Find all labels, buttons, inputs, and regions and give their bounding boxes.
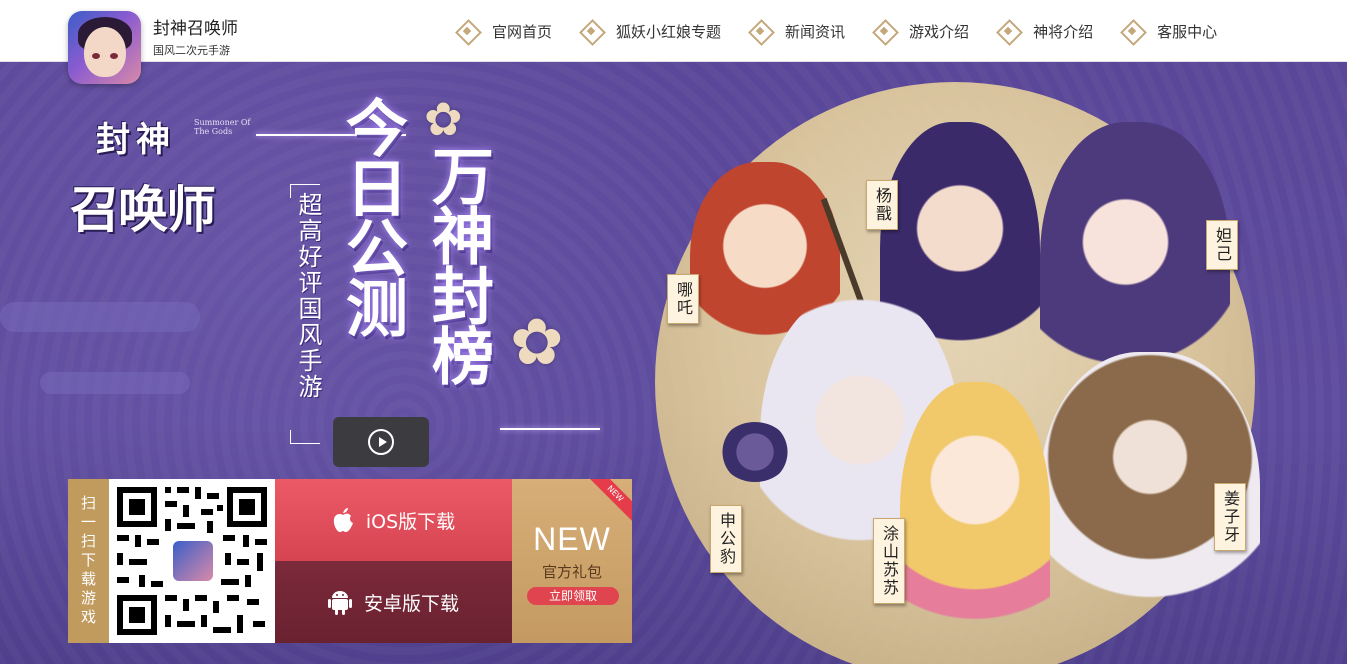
logo-english: Summoner Of The Gods — [194, 118, 251, 136]
android-icon — [327, 591, 352, 615]
logo-face — [84, 27, 126, 77]
diamond-icon — [580, 20, 602, 42]
hero-banner: 封神 召唤师 Summoner Of The Gods ✿ ✿ 超高好评国风手游… — [0, 62, 1347, 664]
tagline-bracket — [290, 430, 320, 444]
nav-label: 狐妖小红娘专题 — [616, 22, 722, 41]
apple-logo-icon — [333, 508, 353, 532]
character-name-tag: 妲己 — [1206, 220, 1238, 270]
app-logo-icon[interactable] — [68, 11, 141, 84]
logo-text-line1: 封神 — [96, 120, 176, 160]
nav-item-heroes[interactable]: 神将介绍 — [997, 20, 1093, 42]
android-download-label: 安卓版下载 — [363, 592, 459, 615]
ios-download-button[interactable]: iOS版下载 — [275, 479, 512, 561]
android-download-button[interactable]: 安卓版下载 — [275, 561, 512, 643]
tagline: 超高好评国风手游 — [294, 192, 322, 400]
diamond-icon — [873, 20, 895, 42]
diamond-icon — [1121, 20, 1143, 42]
nav-label: 神将介绍 — [1033, 22, 1094, 41]
nav-label: 客服中心 — [1157, 22, 1218, 41]
cloud-decoration — [0, 302, 200, 332]
download-panel: 扫一扫下载游戏 iOS版下载 安卓版下载 NEW NEW 官方礼包 立即领取 — [68, 479, 632, 643]
nav-item-news[interactable]: 新闻资讯 — [749, 20, 845, 42]
nav-item-special[interactable]: 狐妖小红娘专题 — [580, 20, 721, 42]
gift-new-title: NEW — [533, 521, 611, 557]
play-video-button[interactable] — [333, 417, 429, 467]
scan-download-label: 扫一扫下载游戏 — [68, 479, 109, 643]
nav-label: 新闻资讯 — [785, 22, 846, 41]
play-icon — [368, 429, 394, 455]
app-title: 封神召唤师 — [153, 19, 238, 39]
qr-app-avatar — [171, 539, 215, 583]
character-art-tushansusu — [900, 382, 1050, 662]
logo-eye — [110, 53, 118, 59]
nav-item-game-intro[interactable]: 游戏介绍 — [873, 20, 969, 42]
diamond-icon — [749, 20, 771, 42]
character-name-tag: 申公豹 — [710, 505, 742, 573]
character-name-tag: 涂山苏苏 — [873, 518, 905, 604]
nav-item-support[interactable]: 客服中心 — [1121, 20, 1217, 42]
gift-text: 官方礼包 — [541, 563, 602, 581]
character-name-tag: 杨戬 — [866, 180, 898, 230]
game-logo: 封神 召唤师 Summoner Of The Gods — [66, 112, 256, 282]
cloud-decoration — [40, 372, 190, 394]
diamond-icon — [456, 20, 478, 42]
flower-icon: ✿ — [424, 92, 463, 146]
headline-launch: 今日公测 — [335, 96, 408, 336]
diamond-icon — [997, 20, 1019, 42]
logo-eye — [92, 53, 100, 59]
character-name-tag: 哪吒 — [667, 274, 699, 324]
claim-gift-button[interactable]: 立即领取 — [527, 587, 619, 605]
character-name-tag: 姜子牙 — [1214, 483, 1246, 551]
nav-item-home[interactable]: 官网首页 — [456, 20, 552, 42]
app-subtitle: 国风二次元手游 — [153, 44, 230, 57]
character-art-cat — [720, 422, 790, 482]
decor-line — [500, 428, 600, 430]
gift-pack-card[interactable]: NEW NEW 官方礼包 立即领取 — [512, 479, 632, 643]
site-header: 封神召唤师 国风二次元手游 官网首页 狐妖小红娘专题 新闻资讯 游戏介绍 神将介… — [0, 0, 1347, 62]
flower-icon: ✿ — [510, 306, 564, 380]
new-ribbon: NEW — [585, 479, 632, 524]
nav-label: 官网首页 — [492, 22, 553, 41]
qr-code — [109, 479, 275, 643]
nav-label: 游戏介绍 — [909, 22, 970, 41]
ios-download-label: iOS版下载 — [365, 510, 456, 533]
logo-text-line2: 召唤师 — [70, 180, 216, 239]
headline-gods: 万神封榜 — [421, 144, 494, 384]
main-nav: 官网首页 狐妖小红娘专题 新闻资讯 游戏介绍 神将介绍 客服中心 — [456, 0, 1245, 62]
